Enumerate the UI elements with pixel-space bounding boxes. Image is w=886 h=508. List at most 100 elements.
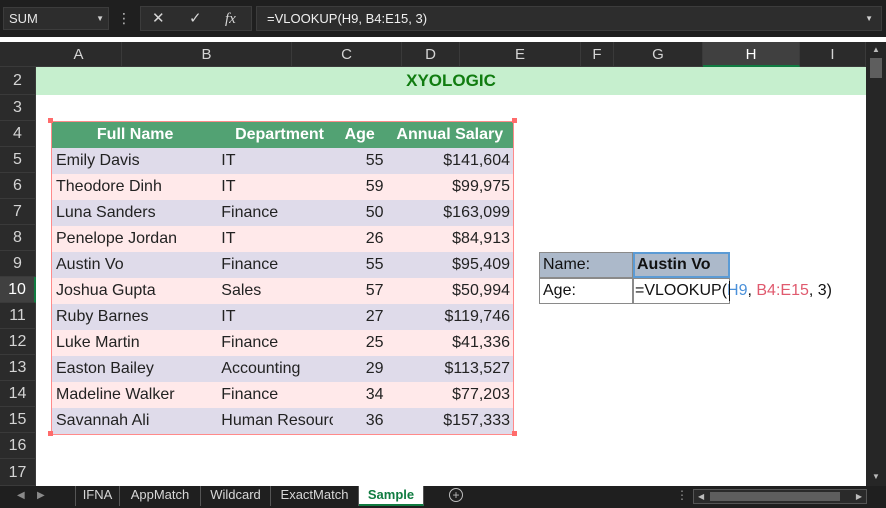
cell-age[interactable]: 36 [333,408,387,434]
lookup-age-formula[interactable]: =VLOOKUP(H9, B4:E15, 3) [635,279,832,303]
table-resize-handle[interactable] [512,431,517,436]
column-header-a[interactable]: A [36,42,122,67]
column-header-f[interactable]: F [581,42,614,67]
cell-age[interactable]: 55 [333,252,387,278]
column-header-d[interactable]: D [402,42,460,67]
sheet-tab-ifna[interactable]: IFNA [75,486,120,506]
table-resize-handle[interactable] [48,431,53,436]
tab-split-handle-icon[interactable]: ⋮ [676,488,688,502]
cell-department[interactable]: Accounting [218,356,333,382]
cell-department[interactable]: Finance [218,382,333,408]
cell-annual-salary[interactable]: $95,409 [387,252,513,278]
row-header-14[interactable]: 14 [0,381,36,407]
sheet-tab-sample[interactable]: Sample [359,486,424,506]
cell-department[interactable]: IT [218,304,333,330]
cell-full-name[interactable]: Easton Bailey [52,356,218,382]
vertical-scrollbar[interactable]: ▲ ▼ [866,42,886,486]
row-header-9[interactable]: 9 [0,251,36,277]
enter-icon[interactable]: ✓ [189,9,202,29]
row-header-6[interactable]: 6 [0,173,36,199]
row-header-10[interactable]: 10 [0,277,36,303]
row-header-12[interactable]: 12 [0,329,36,355]
cell-annual-salary[interactable]: $77,203 [387,382,513,408]
lookup-name-value[interactable]: Austin Vo [633,252,730,278]
expand-formula-icon[interactable]: ▼ [865,7,873,30]
cell-full-name[interactable]: Luna Sanders [52,200,218,226]
cell-department[interactable]: IT [218,174,333,200]
row-header-7[interactable]: 7 [0,199,36,225]
cell-annual-salary[interactable]: $84,913 [387,226,513,252]
sheet-title-banner[interactable]: XYOLOGIC [36,67,866,95]
cell-annual-salary[interactable]: $113,527 [387,356,513,382]
cancel-icon[interactable]: ✕ [152,9,165,29]
cell-full-name[interactable]: Savannah Ali [52,408,218,434]
cell-annual-salary[interactable]: $99,975 [387,174,513,200]
horizontal-scrollbar[interactable]: ◀ ▶ [693,489,867,504]
add-sheet-icon[interactable]: + [449,488,463,502]
cell-annual-salary[interactable]: $50,994 [387,278,513,304]
cell-age[interactable]: 50 [333,200,387,226]
cell-full-name[interactable]: Luke Martin [52,330,218,356]
cell-department[interactable]: Finance [218,252,333,278]
scroll-up-icon[interactable]: ▲ [872,45,880,54]
column-header-i[interactable]: I [800,42,866,67]
cell-full-name[interactable]: Madeline Walker [52,382,218,408]
scroll-right-icon[interactable]: ▶ [856,492,862,501]
cell-age[interactable]: 55 [333,148,387,174]
row-header-4[interactable]: 4 [0,121,36,147]
cell-full-name[interactable]: Austin Vo [52,252,218,278]
row-header-2[interactable]: 2 [0,67,36,95]
cell-department[interactable]: Human Resources [218,408,333,434]
cell-annual-salary[interactable]: $163,099 [387,200,513,226]
cell-department[interactable]: Sales [218,278,333,304]
next-sheet-icon[interactable]: ▶ [37,490,45,501]
row-header-16[interactable]: 16 [0,433,36,459]
cell-age[interactable]: 27 [333,304,387,330]
scroll-thumb[interactable] [870,58,882,78]
row-header-3[interactable]: 3 [0,95,36,121]
table-resize-handle[interactable] [512,118,517,123]
column-header-e[interactable]: E [460,42,581,67]
cell-full-name[interactable]: Joshua Gupta [52,278,218,304]
cell-department[interactable]: IT [218,226,333,252]
row-header-13[interactable]: 13 [0,355,36,381]
prev-sheet-icon[interactable]: ◀ [17,490,25,501]
header-annual-salary[interactable]: Annual Salary [387,122,513,148]
column-header-g[interactable]: G [614,42,703,67]
row-header-8[interactable]: 8 [0,225,36,251]
cell-full-name[interactable]: Theodore Dinh [52,174,218,200]
chevron-down-icon[interactable]: ▼ [96,8,104,29]
more-options-icon[interactable]: ⋮ [117,8,131,28]
row-header-17[interactable]: 17 [0,459,36,486]
row-header-15[interactable]: 15 [0,407,36,433]
scroll-down-icon[interactable]: ▼ [872,472,880,481]
cell-department[interactable]: Finance [218,330,333,356]
row-header-11[interactable]: 11 [0,303,36,329]
cell-age[interactable]: 29 [333,356,387,382]
cell-age[interactable]: 25 [333,330,387,356]
header-age[interactable]: Age [333,122,387,148]
lookup-name-label[interactable]: Name: [539,252,633,278]
cell-annual-salary[interactable]: $41,336 [387,330,513,356]
cell-department[interactable]: Finance [218,200,333,226]
row-header-5[interactable]: 5 [0,147,36,173]
header-full-name[interactable]: Full Name [52,122,218,148]
cell-age[interactable]: 57 [333,278,387,304]
lookup-age-label[interactable]: Age: [539,278,633,304]
cell-age[interactable]: 34 [333,382,387,408]
cell-department[interactable]: IT [218,148,333,174]
cell-full-name[interactable]: Ruby Barnes [52,304,218,330]
insert-function-icon[interactable]: fx [225,9,236,29]
cell-age[interactable]: 26 [333,226,387,252]
name-box[interactable]: SUM ▼ [3,7,109,30]
sheet-tab-exactmatch[interactable]: ExactMatch [271,486,359,506]
column-header-h[interactable]: H [703,42,800,67]
cell-annual-salary[interactable]: $157,333 [387,408,513,434]
hscroll-thumb[interactable] [710,492,840,501]
cell-annual-salary[interactable]: $119,746 [387,304,513,330]
cell-annual-salary[interactable]: $141,604 [387,148,513,174]
sheet-tab-wildcard[interactable]: Wildcard [201,486,271,506]
cell-full-name[interactable]: Penelope Jordan [52,226,218,252]
column-header-c[interactable]: C [292,42,402,67]
table-resize-handle[interactable] [48,118,53,123]
